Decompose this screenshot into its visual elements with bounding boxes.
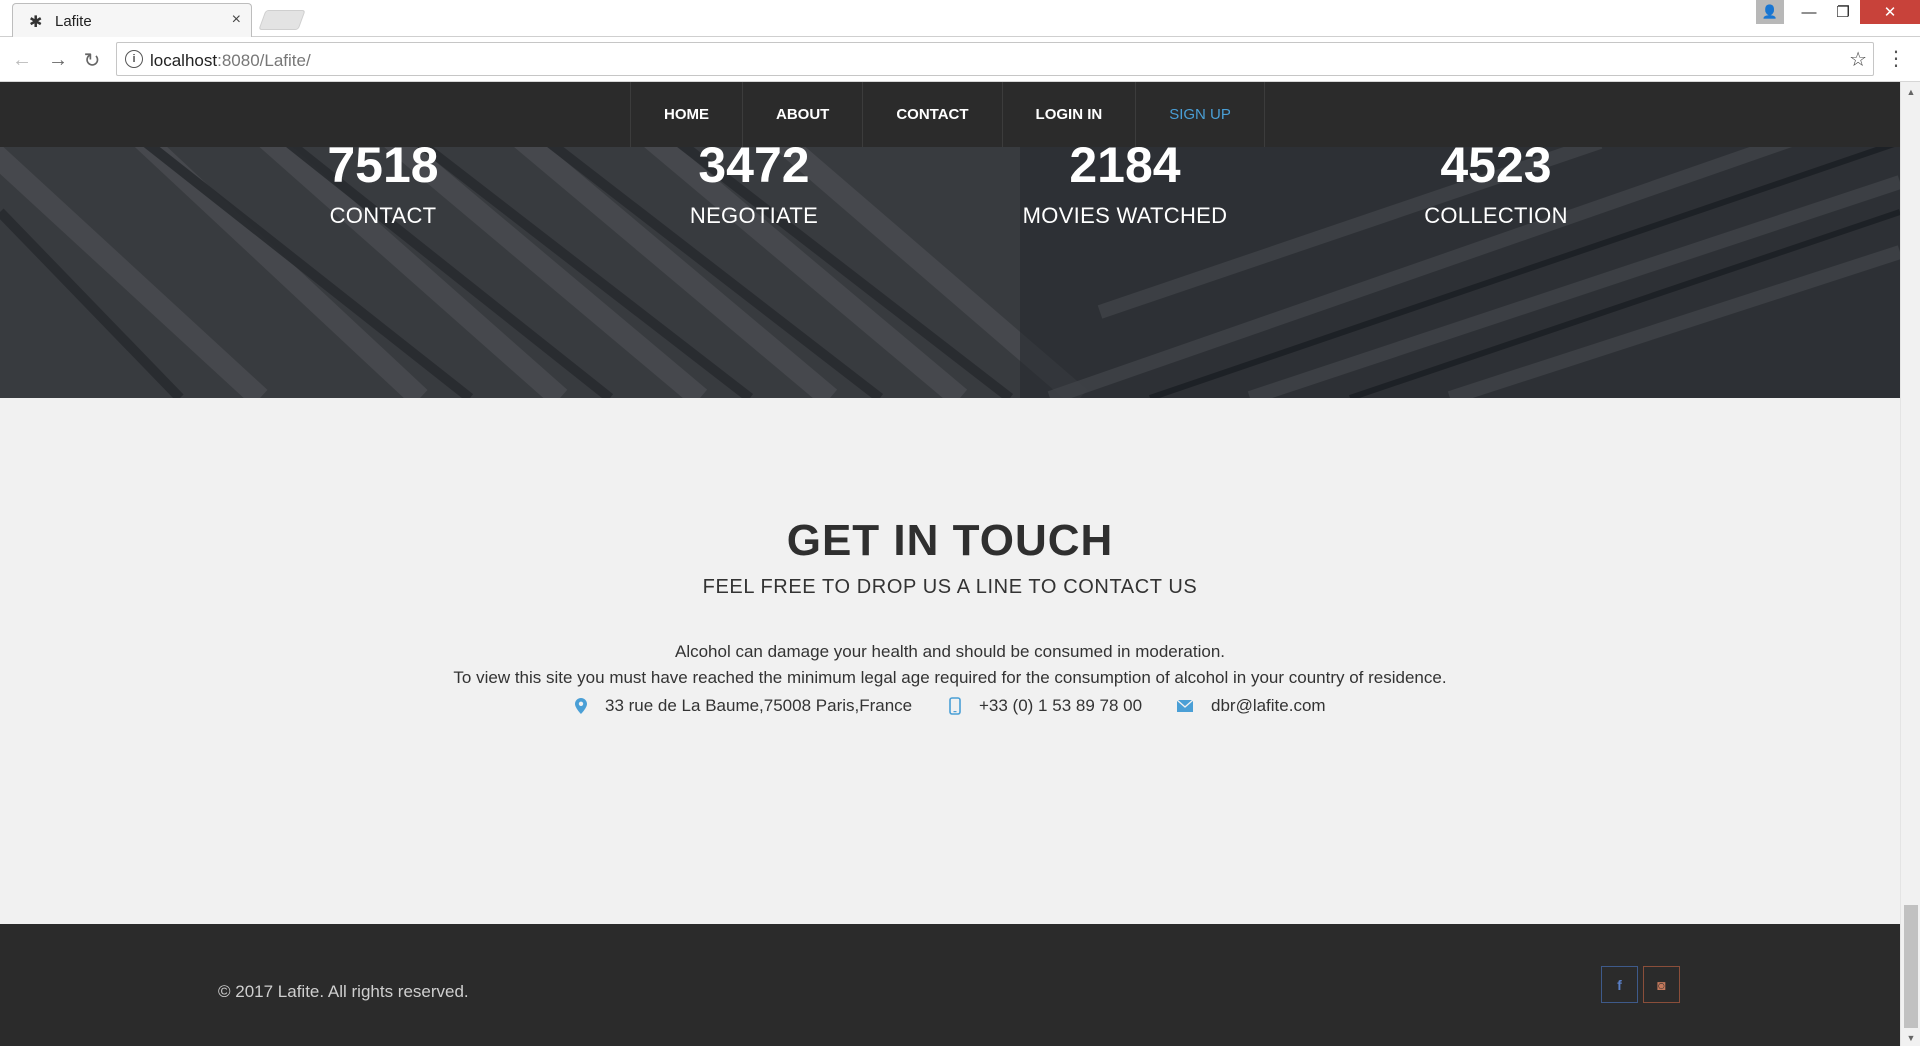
nav-login[interactable]: LOGIN IN [1003, 82, 1137, 147]
back-arrow-icon[interactable]: ← [8, 46, 36, 74]
copyright-text: © 2017 Lafite. All rights reserved. [218, 982, 469, 1001]
nav-sign-up[interactable]: SIGN UP [1136, 82, 1265, 147]
site-info-icon[interactable]: i [125, 50, 143, 68]
page-viewport: 7518 CONTACT 3472 NEGOTIATE 2184 MOVIES … [0, 82, 1900, 1046]
bookmark-star-icon[interactable]: ☆ [1849, 47, 1867, 72]
scroll-down-arrow-icon[interactable]: ▼ [1901, 1030, 1920, 1046]
instagram-icon[interactable]: ◙ [1643, 966, 1680, 1003]
forward-arrow-icon[interactable]: → [44, 46, 72, 74]
url-host: localhost [150, 51, 218, 70]
page-scrollbar[interactable]: ▲ ▼ [1900, 82, 1920, 1046]
envelope-icon [1177, 700, 1193, 712]
phone-text: +33 (0) 1 53 89 78 00 [979, 696, 1143, 715]
browser-tab-strip: ✱ Lafite × 👤 — ❐ ✕ [0, 0, 1920, 37]
contact-info-row: 33 rue de La Baume,75008 Paris,France +3… [0, 696, 1900, 720]
email-link[interactable]: dbr@lafite.com [1211, 696, 1326, 716]
mobile-phone-icon [949, 697, 961, 715]
url-text[interactable]: localhost:8080/Lafite/ [150, 51, 311, 71]
contact-section: GET IN TOUCH FEEL FREE TO DROP US A LINE… [0, 398, 1900, 924]
browser-toolbar: ← → ↻ i localhost:8080/Lafite/ ☆ ⋮ [0, 37, 1920, 82]
site-footer: © 2017 Lafite. All rights reserved. f ◙ [0, 924, 1900, 1046]
url-path: :8080/Lafite/ [217, 51, 311, 70]
minimize-icon[interactable]: — [1792, 0, 1826, 24]
profile-icon[interactable]: 👤 [1756, 0, 1784, 24]
browser-menu-icon[interactable]: ⋮ [1886, 46, 1906, 71]
nav-home[interactable]: HOME [631, 82, 743, 147]
stat-movies-watched: 2184 MOVIES WATCHED [965, 137, 1285, 229]
phone-item: +33 (0) 1 53 89 78 00 [949, 696, 1142, 716]
stat-contact: 7518 CONTACT [223, 137, 543, 229]
section-subtitle: FEEL FREE TO DROP US A LINE TO CONTACT U… [702, 576, 1198, 598]
new-tab-button[interactable] [258, 10, 306, 30]
nav-about[interactable]: ABOUT [743, 82, 864, 147]
browser-tab[interactable]: ✱ Lafite × [12, 3, 252, 37]
facebook-icon[interactable]: f [1601, 966, 1638, 1003]
map-pin-icon [575, 698, 587, 714]
close-window-icon[interactable]: ✕ [1860, 0, 1920, 24]
site-navbar: HOME ABOUT CONTACT LOGIN IN SIGN UP [0, 82, 1900, 147]
nav-contact[interactable]: CONTACT [863, 82, 1003, 147]
stat-label: MOVIES WATCHED [1022, 203, 1228, 228]
section-title: GET IN TOUCH [786, 516, 1114, 565]
nav-menu: HOME ABOUT CONTACT LOGIN IN SIGN UP [630, 82, 1265, 147]
stat-collection: 4523 COLLECTION [1336, 137, 1656, 229]
address-text: 33 rue de La Baume,75008 Paris,France [605, 696, 913, 715]
stat-label: NEGOTIATE [689, 203, 819, 228]
address-item: 33 rue de La Baume,75008 Paris,France [575, 696, 912, 716]
scroll-thumb[interactable] [1904, 905, 1918, 1028]
restore-icon[interactable]: ❐ [1826, 0, 1860, 24]
tab-title: Lafite [55, 13, 92, 30]
stat-label: COLLECTION [1424, 203, 1568, 228]
site-favicon-icon: ✱ [29, 14, 43, 31]
stat-negotiate: 3472 NEGOTIATE [594, 137, 914, 229]
health-warning: Alcohol can damage your health and shoul… [674, 642, 1226, 661]
window-controls: 👤 — ❐ ✕ [1756, 0, 1920, 24]
age-notice: To view this site you must have reached … [453, 668, 1447, 687]
tab-close-icon[interactable]: × [232, 11, 241, 29]
stat-label: CONTACT [329, 203, 437, 228]
reload-icon[interactable]: ↻ [78, 46, 106, 74]
address-bar[interactable]: i localhost:8080/Lafite/ ☆ [116, 42, 1874, 76]
email-item: dbr@lafite.com [1177, 696, 1326, 716]
scroll-up-arrow-icon[interactable]: ▲ [1901, 84, 1920, 100]
